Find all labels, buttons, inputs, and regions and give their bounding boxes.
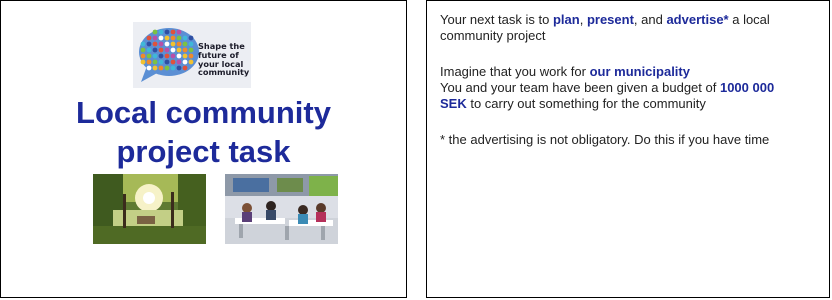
municipality-paragraph: Imagine that you work for our municipali… <box>440 64 690 79</box>
task-slide <box>426 0 830 298</box>
park-photo <box>93 174 206 244</box>
task-intro-paragraph: Your next task is to plan, present, and … <box>440 12 770 43</box>
keyword-municipality: our municipality <box>589 64 690 79</box>
cafeteria-photo <box>225 174 338 244</box>
keyword-plan: plan <box>552 12 580 27</box>
slide-title: Local community project task <box>1 93 406 171</box>
title-line1: Local community <box>76 95 331 130</box>
logo-text-line4: community <box>198 67 250 78</box>
keyword-advertise: advertise* <box>666 12 729 27</box>
title-slide: Shape the future of your local community… <box>0 0 407 298</box>
keyword-present: present <box>586 12 634 27</box>
budget-paragraph: You and your team have been given a budg… <box>440 80 775 111</box>
title-line2: project task <box>116 134 291 169</box>
community-logo: Shape the future of your local community <box>133 22 251 88</box>
advertising-note: * the advertising is not obligatory. Do … <box>440 132 770 147</box>
